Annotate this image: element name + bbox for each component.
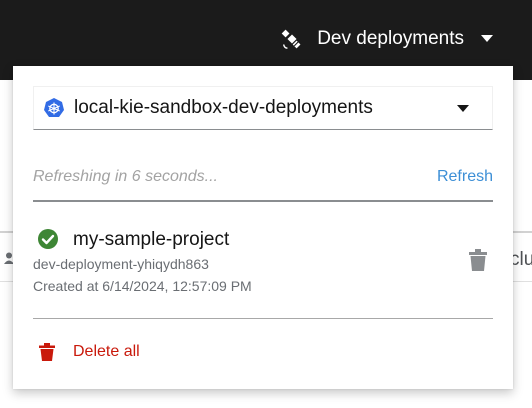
trash-icon [39,343,55,361]
refresh-status: Refreshing in 6 seconds... [33,168,218,185]
deployment-name: my-sample-project [73,229,230,250]
satellite-icon [281,28,303,50]
deployment-created: Created at 6/14/2024, 12:57:09 PM [33,278,252,294]
kubernetes-icon [43,97,65,119]
refresh-button[interactable]: Refresh [437,168,493,186]
caret-down-icon [480,34,494,44]
dev-deployments-toggle[interactable]: Dev deployments [281,22,494,56]
deployment-id: dev-deployment-yhiqydh863 [33,256,209,272]
delete-divider [33,318,493,319]
background-text-fragment: clu [510,249,532,270]
delete-all-label: Delete all [73,343,140,360]
namespace-value: local-kie-sandbox-dev-deployments [74,97,373,118]
namespace-select[interactable]: local-kie-sandbox-dev-deployments [33,86,493,130]
trash-icon[interactable] [469,249,487,271]
caret-down-icon [456,104,470,114]
refresh-row: Refreshing in 6 seconds... Refresh [33,164,493,202]
deployment-item[interactable]: my-sample-project dev-deployment-yhiqydh… [33,226,493,318]
check-circle-icon [38,229,58,249]
delete-all-button[interactable]: Delete all [39,343,140,361]
dev-deployments-label: Dev deployments [317,28,464,49]
dev-deployments-dropdown: local-kie-sandbox-dev-deployments Refres… [13,66,513,389]
